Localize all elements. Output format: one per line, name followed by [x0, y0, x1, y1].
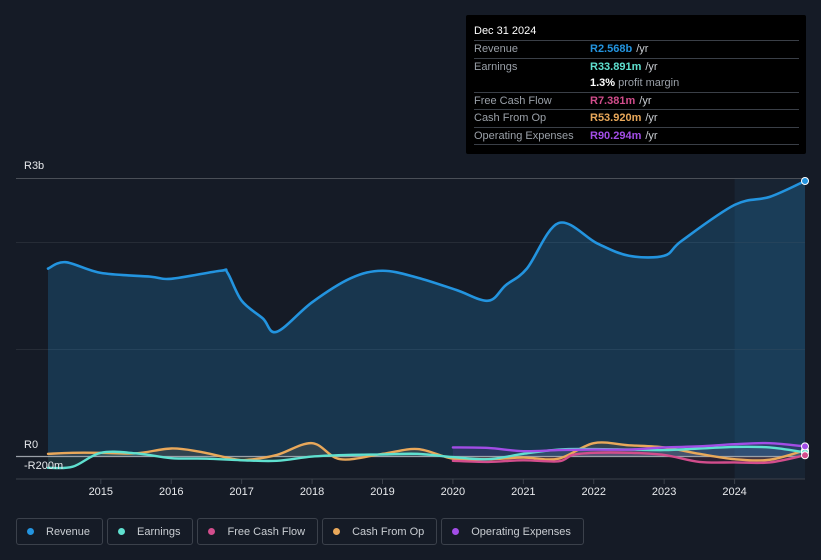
tooltip-row-cfo: Cash From Op R53.920m /yr: [474, 110, 799, 128]
free-cash-flow-dot-icon: [208, 528, 216, 535]
x-tick-label: 2023: [652, 486, 676, 498]
profit-margin-label: profit margin: [618, 77, 680, 89]
revenue-dot-icon: [27, 528, 34, 535]
y-tick-label: R0: [24, 439, 39, 451]
x-tick-label: 2022: [582, 486, 606, 498]
x-tick-label: 2019: [370, 486, 394, 498]
x-tick-label: 2021: [511, 486, 535, 498]
legend-label: Operating Expenses: [471, 525, 571, 538]
tooltip-label: Operating Expenses: [474, 129, 574, 142]
legend-item-revenue[interactable]: Revenue: [16, 518, 104, 545]
tooltip-value: R53.920m: [590, 112, 642, 124]
tooltip-row-margin: 1.3% profit margin: [474, 75, 799, 93]
x-tick-label: 2018: [300, 486, 324, 498]
legend-item-operating-expenses[interactable]: Operating Expenses: [441, 518, 584, 545]
y-tick-label: R3b: [24, 160, 45, 172]
tooltip-value: R2.568b: [590, 43, 633, 55]
operating-expenses-end-marker: [801, 442, 809, 451]
free-cash-flow-end-marker: [801, 451, 809, 460]
tooltip-value: R33.891m: [590, 60, 642, 73]
legend-label: Cash From Op: [352, 525, 425, 538]
tooltip-date: Dec 31 2024: [474, 23, 799, 41]
tooltip-unit: /yr: [645, 129, 658, 142]
legend-label: Revenue: [46, 525, 91, 538]
legend-item-cash-from-op[interactable]: Cash From Op: [322, 518, 438, 545]
profit-margin-value: 1.3%: [590, 77, 616, 89]
legend-label: Earnings: [137, 525, 181, 538]
tooltip-label: [474, 75, 590, 92]
y-tick-label: -R200m: [24, 460, 64, 472]
tooltip-unit: /yr: [639, 94, 652, 107]
tooltip-row-fcf: Free Cash Flow R7.381m /yr: [474, 93, 799, 110]
tooltip-unit: /yr: [636, 43, 649, 55]
tooltip: Dec 31 2024 Revenue R2.568b /yr Earnings…: [466, 15, 806, 154]
tooltip-unit: /yr: [645, 60, 658, 73]
x-tick-label: 2016: [159, 486, 183, 498]
x-tick-label: 2017: [229, 486, 253, 498]
tooltip-value: R90.294m: [590, 129, 642, 142]
legend-label: Free Cash Flow: [227, 525, 306, 538]
cash-from-op-dot-icon: [333, 528, 341, 535]
legend: Revenue Earnings Free Cash Flow Cash Fro…: [16, 518, 584, 545]
legend-item-earnings[interactable]: Earnings: [107, 518, 194, 545]
tooltip-label: Revenue: [474, 43, 519, 55]
tooltip-unit: /yr: [645, 112, 658, 124]
revenue-area: [48, 181, 805, 456]
tooltip-row-revenue: Revenue R2.568b /yr: [474, 41, 799, 59]
tooltip-label: Cash From Op: [474, 112, 547, 124]
tooltip-row-earnings: Earnings R33.891m /yr: [474, 59, 799, 76]
x-tick-label: 2015: [89, 486, 113, 498]
revenue-end-marker: [801, 177, 809, 185]
earnings-dot-icon: [118, 528, 126, 535]
x-tick-label: 2020: [441, 486, 465, 498]
tooltip-label: Free Cash Flow: [474, 94, 552, 107]
tooltip-row-opex: Operating Expenses R90.294m /yr: [474, 128, 799, 145]
legend-item-free-cash-flow[interactable]: Free Cash Flow: [197, 518, 319, 545]
x-tick-label: 2024: [722, 486, 746, 498]
tooltip-label: Earnings: [474, 60, 518, 73]
tooltip-value: R7.381m: [590, 94, 636, 107]
operating-expenses-dot-icon: [452, 528, 460, 535]
